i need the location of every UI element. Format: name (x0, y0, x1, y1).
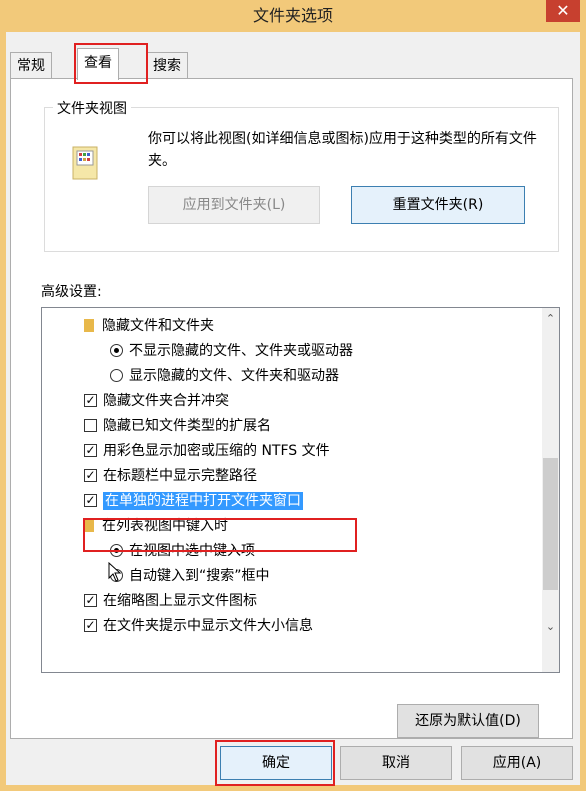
window-title: 文件夹选项 (252, 6, 333, 25)
list-item-label: 自动键入到“搜索”框中 (129, 568, 270, 584)
reset-folders-button[interactable]: 重置文件夹(R) (351, 186, 525, 224)
list-item-label: 在标题栏中显示完整路径 (103, 468, 257, 484)
folder-view-description: 你可以将此视图(如详细信息或图标)应用于这种类型的所有文件夹。 (148, 131, 537, 169)
list-item[interactable]: 不显示隐藏的文件、文件夹或驱动器 (110, 339, 353, 364)
highlight-box-view-tab (74, 43, 148, 84)
checkbox[interactable]: ✓ (84, 493, 97, 507)
list-item[interactable]: ✓ 在文件夹提示中显示文件大小信息 (84, 614, 313, 639)
checkbox[interactable]: ✓ (84, 468, 97, 482)
restore-defaults-button[interactable]: 还原为默认值(D) (397, 704, 539, 738)
list-item-label: 在缩略图上显示文件图标 (103, 593, 257, 609)
folder-view-icon (72, 146, 98, 180)
scroll-thumb[interactable] (543, 458, 558, 590)
list-item-label: 用彩色显示加密或压缩的 NTFS 文件 (103, 443, 330, 459)
list-item[interactable]: ✓ 在标题栏中显示完整路径 (84, 464, 257, 489)
radio-button[interactable] (110, 368, 123, 382)
highlight-box-selected-option (83, 518, 357, 552)
cancel-button[interactable]: 取消 (340, 746, 452, 780)
list-item[interactable]: 自动键入到“搜索”框中 (110, 564, 270, 589)
folder-view-group: 文件夹视图 你可以将此视图(如详细信息或图标)应用于这种类型的所有文件夹。 应用… (44, 98, 559, 252)
scroll-up-icon[interactable]: ⌃ (542, 310, 559, 327)
scroll-down-icon[interactable]: ⌄ (542, 618, 559, 635)
list-item[interactable]: ✓ 在缩略图上显示文件图标 (84, 589, 257, 614)
list-item[interactable]: ✓ 用彩色显示加密或压缩的 NTFS 文件 (84, 439, 330, 464)
close-button[interactable]: ✕ (546, 0, 580, 22)
tab-general[interactable]: 常规 (10, 52, 52, 79)
dialog-client: 常规 查看 搜索 文件夹视图 你可以将此视图(如详细信息或图标)应用于这种类型的… (6, 32, 580, 786)
list-item: 隐藏文件和文件夹 (84, 314, 214, 339)
list-item-label: 不显示隐藏的文件、文件夹或驱动器 (129, 343, 353, 359)
view-tab-panel: 文件夹视图 你可以将此视图(如详细信息或图标)应用于这种类型的所有文件夹。 应用… (10, 78, 573, 739)
folder-view-group-title: 文件夹视图 (53, 98, 131, 118)
list-item-label: 在文件夹提示中显示文件大小信息 (103, 618, 313, 634)
checkbox[interactable]: ✓ (84, 443, 97, 457)
highlight-box-ok-button (215, 740, 335, 786)
checkbox[interactable] (84, 418, 97, 432)
checkbox[interactable]: ✓ (84, 393, 97, 407)
advanced-settings-list[interactable]: 隐藏文件和文件夹 不显示隐藏的文件、文件夹或驱动器 显示隐藏的文件、文件夹和驱动… (41, 307, 560, 673)
radio-button[interactable] (110, 343, 123, 357)
list-item[interactable]: 隐藏已知文件类型的扩展名 (84, 414, 271, 439)
list-item[interactable]: 显示隐藏的文件、文件夹和驱动器 (110, 364, 339, 389)
list-item-label: 显示隐藏的文件、文件夹和驱动器 (129, 368, 339, 384)
checkbox[interactable]: ✓ (84, 618, 97, 632)
title-bar: 文件夹选项 ✕ (0, 0, 586, 32)
advanced-settings-label: 高级设置: (41, 284, 102, 300)
folder-icon (84, 318, 94, 332)
checkbox[interactable]: ✓ (84, 593, 97, 607)
apply-button[interactable]: 应用(A) (461, 746, 573, 780)
vertical-scrollbar[interactable]: ⌃ ⌄ (542, 308, 559, 672)
list-item-label: 隐藏文件夹合并冲突 (103, 393, 229, 409)
list-item-label: 在单独的进程中打开文件夹窗口 (103, 492, 303, 510)
tab-search[interactable]: 搜索 (146, 52, 188, 79)
list-item-label: 隐藏已知文件类型的扩展名 (103, 418, 271, 434)
mouse-cursor-icon (108, 562, 122, 582)
list-item-selected[interactable]: ✓ 在单独的进程中打开文件夹窗口 (84, 489, 303, 514)
apply-to-folders-button[interactable]: 应用到文件夹(L) (148, 186, 320, 224)
list-item[interactable]: ✓ 隐藏文件夹合并冲突 (84, 389, 229, 414)
list-item-label: 隐藏文件和文件夹 (102, 318, 214, 334)
